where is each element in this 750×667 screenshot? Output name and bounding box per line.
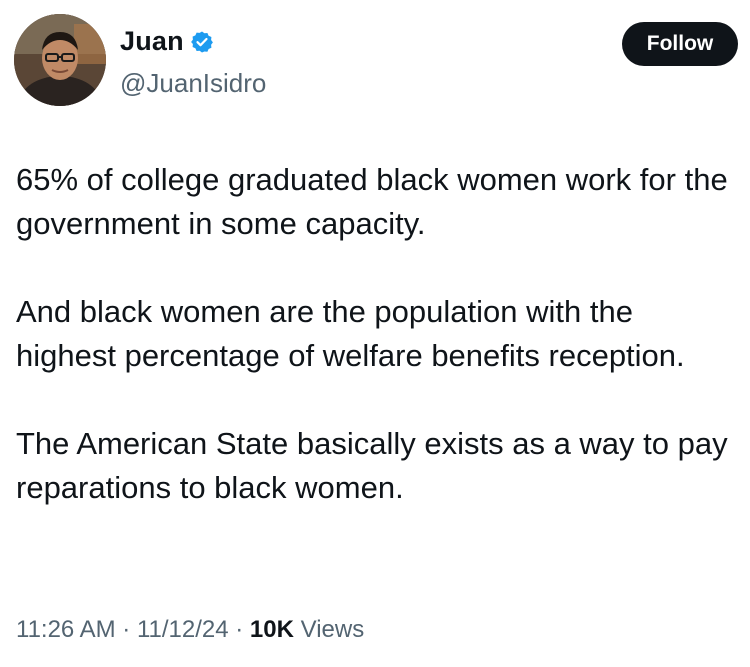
author-name-row: Juan <box>120 26 214 57</box>
views-label: Views <box>293 616 365 643</box>
tweet-date[interactable]: 11/12/24 <box>137 616 229 643</box>
tweet-paragraph: And black women are the population with … <box>16 294 685 373</box>
verified-badge-icon <box>190 31 213 52</box>
author-display-name[interactable]: Juan <box>120 26 184 57</box>
author-avatar[interactable] <box>14 14 106 106</box>
views-count: 10K <box>249 616 294 643</box>
tweet-time[interactable]: 11:26 AM <box>16 616 116 643</box>
follow-button[interactable]: Follow <box>622 22 738 66</box>
meta-separator: · <box>228 616 250 643</box>
author-handle[interactable]: @JuanIsidro <box>120 68 266 99</box>
tweet-paragraph: 65% of college graduated black women wor… <box>16 162 728 241</box>
tweet-text: 65% of college graduated black women wor… <box>16 158 741 510</box>
tweet-meta: 11:26 AM · 11/12/24 · 10K Views <box>16 616 364 644</box>
avatar-image <box>14 14 106 106</box>
tweet-card: Juan @JuanIsidro Follow 65% of college g… <box>0 0 750 667</box>
meta-separator: · <box>115 616 137 643</box>
tweet-paragraph: The American State basically exists as a… <box>16 426 728 505</box>
